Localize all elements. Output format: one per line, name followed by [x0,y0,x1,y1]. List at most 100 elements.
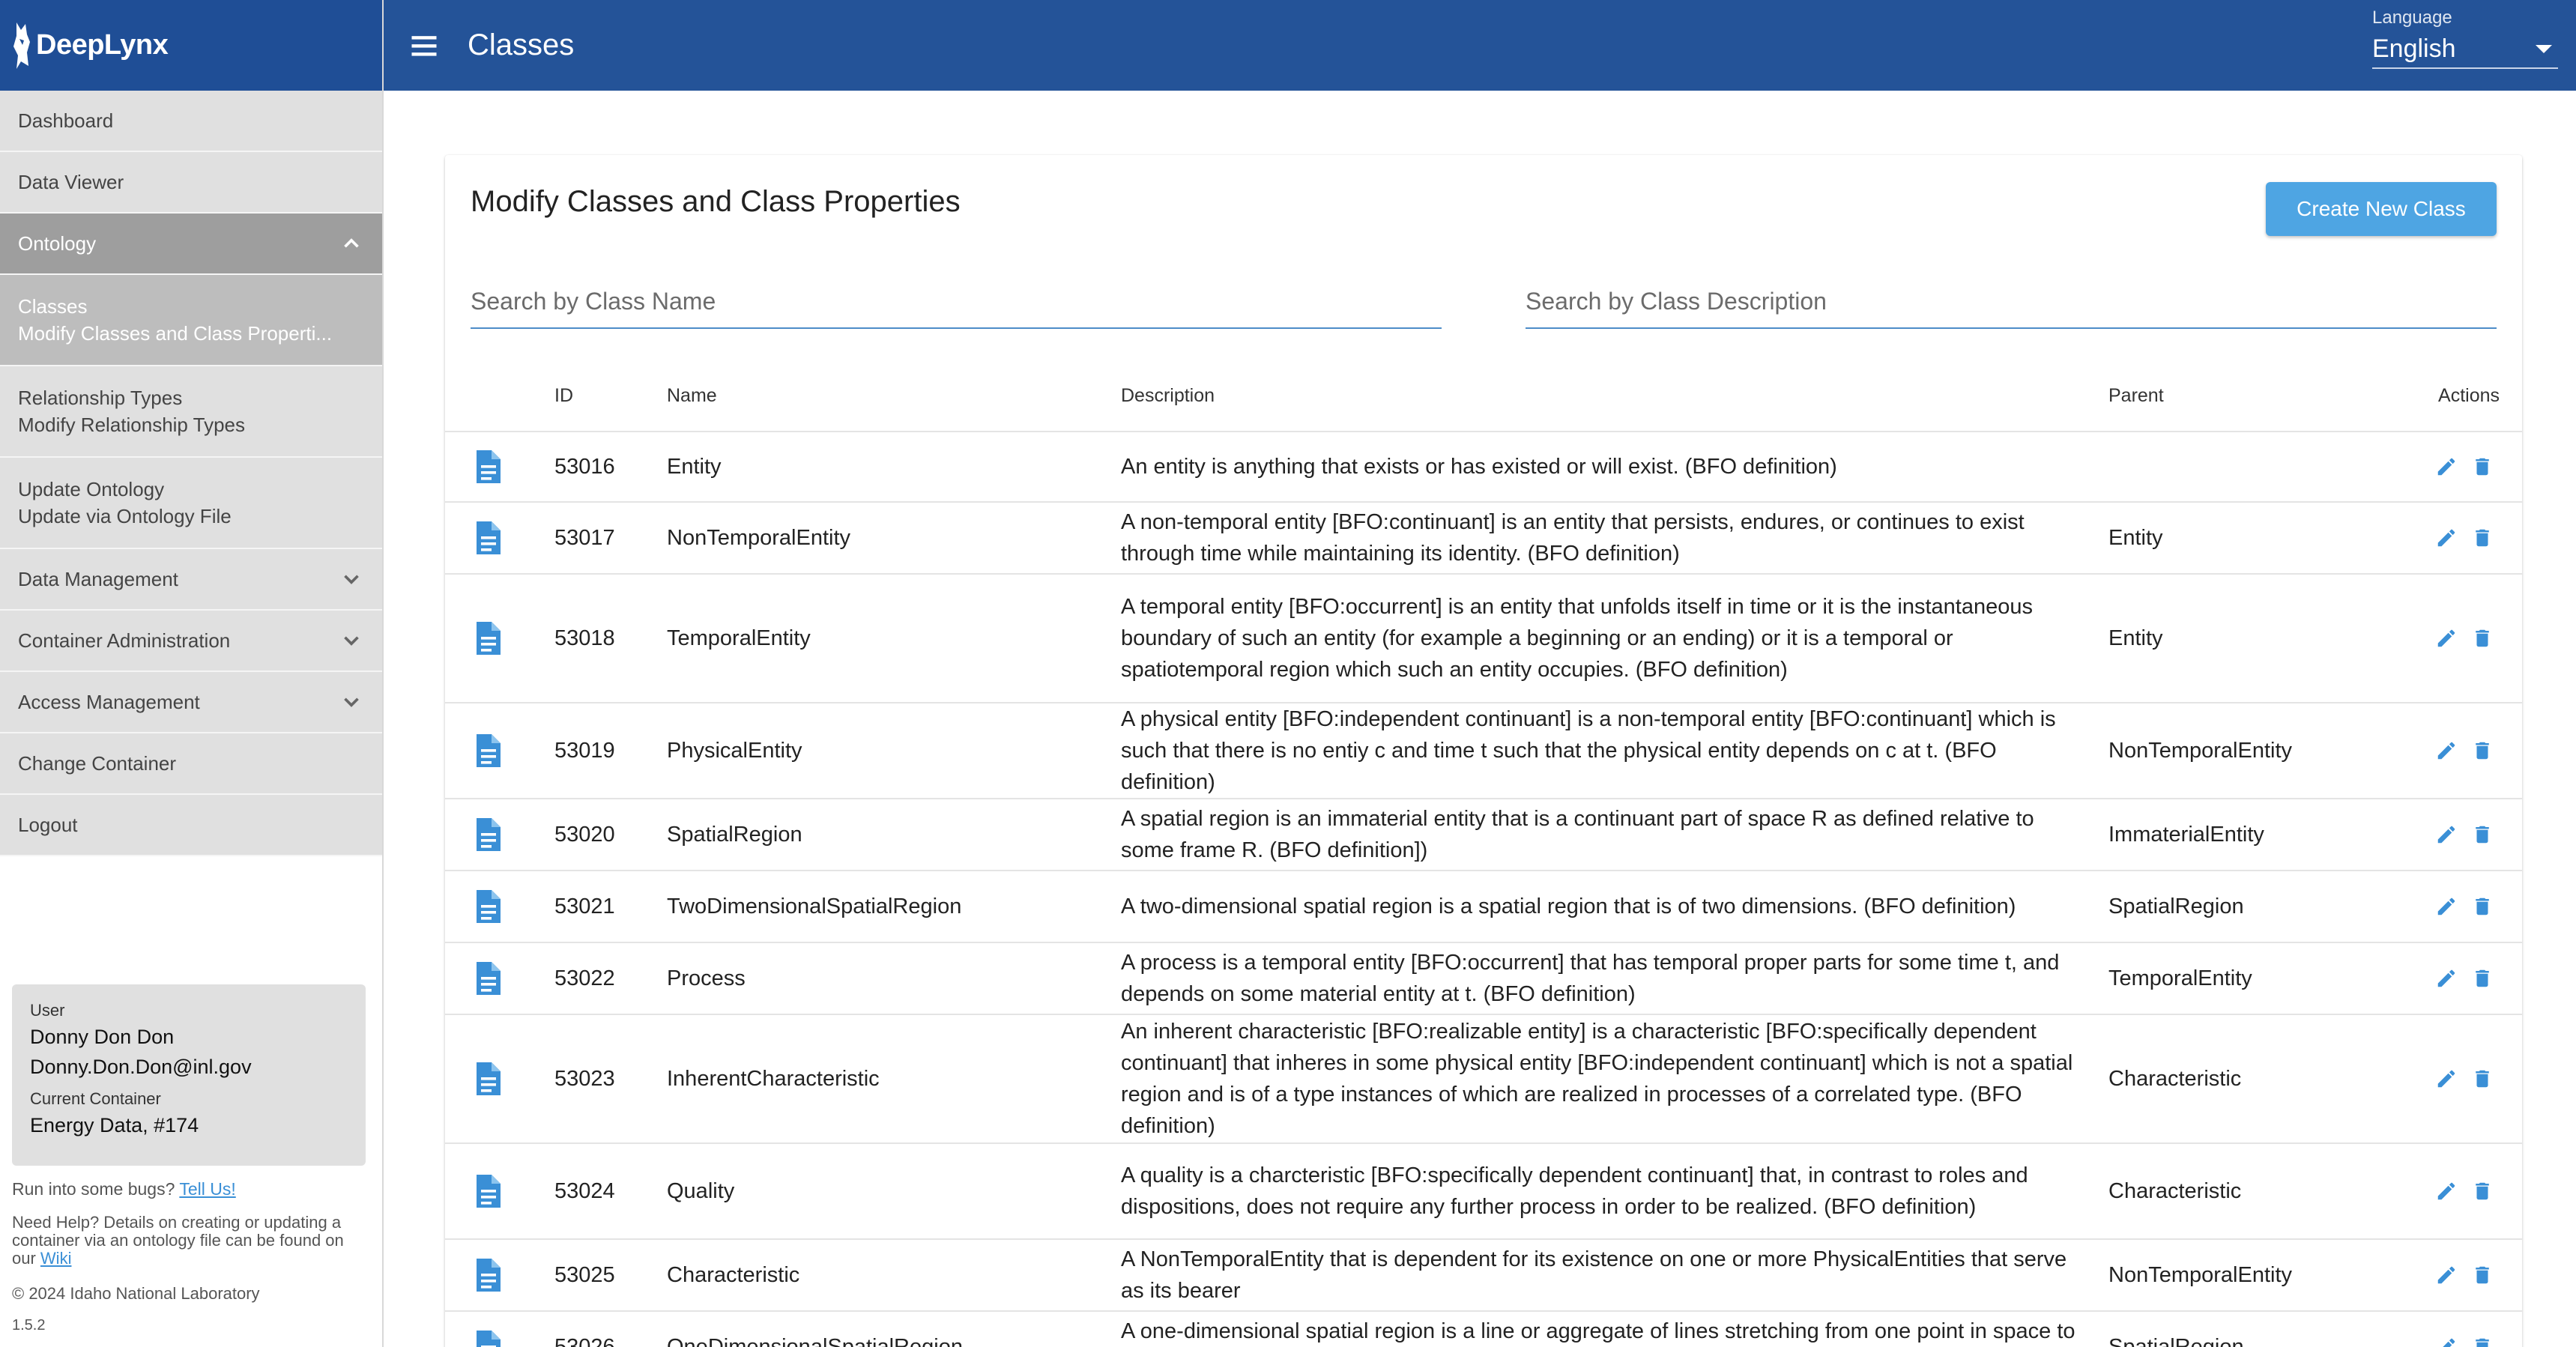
cell-name: Process [667,966,746,990]
cell-description: An entity is anything that exists or has… [1121,455,1837,479]
cell-id: 53023 [554,1066,615,1091]
table-row[interactable]: 53025 Characteristic A NonTemporalEntity… [445,1240,2522,1312]
document-icon[interactable] [474,449,504,485]
chevron-up-icon [344,238,359,248]
row-actions [2426,1180,2522,1202]
sidebar-item-relationship-types[interactable]: Relationship Types Modify Relationship T… [0,366,382,458]
sidebar-item-logout[interactable]: Logout [0,795,382,856]
hamburger-menu-icon[interactable] [408,29,441,62]
delete-trash-icon[interactable] [2471,1264,2494,1286]
create-new-class-button[interactable]: Create New Class [2266,182,2497,236]
sidebar-item-dashboard[interactable]: Dashboard [0,91,382,152]
delete-trash-icon[interactable] [2471,1336,2494,1347]
delete-trash-icon[interactable] [2471,455,2494,478]
document-icon[interactable] [474,889,504,924]
table-row[interactable]: 53019 PhysicalEntity A physical entity [… [445,703,2522,799]
document-icon[interactable] [474,1329,504,1347]
header-id[interactable]: ID [554,385,667,407]
cell-description: A non-temporal entity [BFO:continuant] i… [1121,510,2025,566]
cell-id: 53020 [554,822,615,847]
search-class-description-input[interactable] [1526,287,2497,315]
sidebar-item-ontology[interactable]: Ontology [0,214,382,275]
classes-card: Modify Classes and Class Properties Crea… [445,155,2522,1347]
edit-pencil-icon[interactable] [2435,1180,2458,1202]
delete-trash-icon[interactable] [2471,823,2494,846]
row-actions [2426,527,2522,549]
table-row[interactable]: 53021 TwoDimensionalSpatialRegion A two-… [445,871,2522,943]
cell-parent: Entity [2108,626,2163,650]
sidebar-item-access-management[interactable]: Access Management [0,672,382,733]
sidebar: DeepLynx Dashboard Data Viewer Ontology … [0,0,384,1347]
search-class-name-field[interactable] [471,275,1442,329]
edit-pencil-icon[interactable] [2435,823,2458,846]
edit-pencil-icon[interactable] [2435,739,2458,762]
header-parent[interactable]: Parent [2108,385,2426,407]
document-icon[interactable] [474,620,504,656]
delete-trash-icon[interactable] [2471,527,2494,549]
document-icon[interactable] [474,1173,504,1209]
table-row[interactable]: 53022 Process A process is a temporal en… [445,943,2522,1015]
document-icon[interactable] [474,520,504,556]
table-row[interactable]: 53020 SpatialRegion A spatial region is … [445,799,2522,871]
table-row[interactable]: 53026 OneDimensionalSpatialRegion A one-… [445,1312,2522,1347]
header-description[interactable]: Description [1121,380,2108,411]
sidebar-item-label: Relationship Types [18,387,183,409]
cell-description: A one-dimensional spatial region is a li… [1121,1319,2075,1343]
delete-trash-icon[interactable] [2471,1068,2494,1090]
cell-parent: Entity [2108,525,2163,550]
cell-name: Characteristic [667,1262,800,1287]
sidebar-item-sublabel: Modify Classes and Class Properti... [18,322,333,345]
edit-pencil-icon[interactable] [2435,527,2458,549]
document-icon[interactable] [474,960,504,996]
user-email: Donny.Don.Don@inl.gov [30,1056,252,1078]
header-name[interactable]: Name [667,385,1121,407]
edit-pencil-icon[interactable] [2435,455,2458,478]
sidebar-item-data-viewer[interactable]: Data Viewer [0,152,382,214]
table-row[interactable]: 53023 InherentCharacteristic An inherent… [445,1015,2522,1144]
tell-us-link[interactable]: Tell Us! [179,1179,235,1199]
logo[interactable]: DeepLynx [0,0,382,91]
table-row[interactable]: 53018 TemporalEntity A temporal entity [… [445,575,2522,703]
sidebar-item-classes[interactable]: Classes Modify Classes and Class Propert… [0,275,382,366]
edit-pencil-icon[interactable] [2435,895,2458,918]
wiki-link[interactable]: Wiki [40,1249,72,1268]
edit-pencil-icon[interactable] [2435,967,2458,990]
sidebar-item-change-container[interactable]: Change Container [0,733,382,795]
cell-name: SpatialRegion [667,822,802,847]
edit-pencil-icon[interactable] [2435,1336,2458,1347]
delete-trash-icon[interactable] [2471,967,2494,990]
document-icon[interactable] [474,733,504,769]
search-class-description-field[interactable] [1526,275,2497,329]
row-actions [2426,823,2522,846]
copyright: © 2024 Idaho National Laboratory [12,1284,260,1303]
cell-id: 53022 [554,966,615,990]
sidebar-item-update-ontology[interactable]: Update Ontology Update via Ontology File [0,458,382,549]
delete-trash-icon[interactable] [2471,895,2494,918]
caret-down-icon [2536,44,2552,53]
delete-trash-icon[interactable] [2471,627,2494,650]
sidebar-item-label: Update Ontology [18,478,165,500]
sidebar-item-label: Data Viewer [18,170,124,193]
table-row[interactable]: 53017 NonTemporalEntity A non-temporal e… [445,503,2522,575]
edit-pencil-icon[interactable] [2435,1264,2458,1286]
cell-id: 53017 [554,525,615,550]
table-row[interactable]: 53016 Entity An entity is anything that … [445,432,2522,503]
delete-trash-icon[interactable] [2471,739,2494,762]
language-selector[interactable]: Language English [2372,6,2558,69]
sidebar-item-container-administration[interactable]: Container Administration [0,611,382,672]
user-name: Donny Don Don [30,1026,175,1048]
cell-parent: NonTemporalEntity [2108,1262,2292,1287]
search-class-name-input[interactable] [471,287,1442,315]
edit-pencil-icon[interactable] [2435,1068,2458,1090]
document-icon[interactable] [474,1257,504,1293]
bug-text: Run into some bugs? [12,1179,175,1199]
chevron-down-icon [344,697,359,707]
language-select[interactable]: English [2372,30,2558,69]
delete-trash-icon[interactable] [2471,1180,2494,1202]
edit-pencil-icon[interactable] [2435,627,2458,650]
cell-name: PhysicalEntity [667,738,802,763]
table-row[interactable]: 53024 Quality A quality is a charcterist… [445,1144,2522,1240]
sidebar-item-data-management[interactable]: Data Management [0,549,382,611]
document-icon[interactable] [474,817,504,853]
document-icon[interactable] [474,1061,504,1097]
